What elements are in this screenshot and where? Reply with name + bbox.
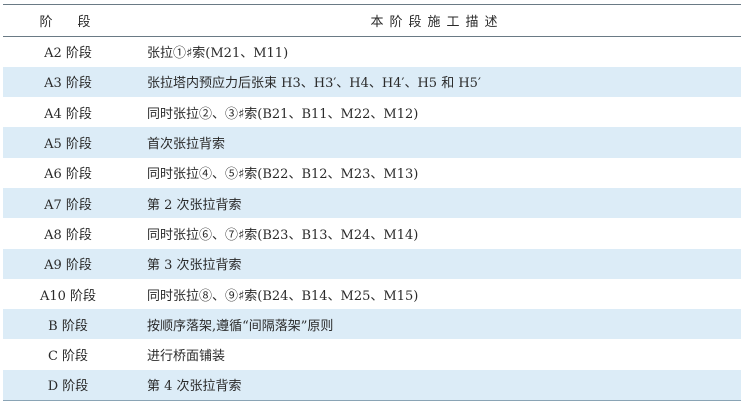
description-cell: 同时张拉⑥、⑦♯索(B23、B13、M24、M14): [147, 227, 419, 243]
stage-cell: D 阶段: [3, 369, 133, 401]
description-cell: 张拉①♯索(M21、M11): [147, 46, 289, 62]
stage-cell: A6 阶段: [44, 167, 92, 183]
table-row: C 阶段 进行桥面铺装: [3, 339, 741, 369]
table-row: A8 阶段 同时张拉⑥、⑦♯索(B23、B13、M24、M14): [3, 218, 741, 248]
stage-cell: C 阶段: [47, 349, 89, 365]
table-row: A5 阶段 首次张拉背索: [3, 127, 741, 158]
description-cell: 同时张拉②、③♯索(B21、B11、M22、M12): [147, 106, 419, 122]
description-cell: 张拉塔内预应力后张束 H3、H3′、H4、H4′、H5 和 H5′: [147, 76, 481, 92]
table-header-row: 阶 段 本阶段施工描述: [3, 4, 741, 37]
stage-cell: A3 阶段: [44, 76, 92, 92]
stage-cell: A7 阶段: [44, 197, 92, 213]
description-cell: 同时张拉⑧、⑨♯索(B24、B14、M25、M15): [147, 288, 419, 304]
description-cell: 第 4 次张拉背索: [133, 369, 741, 401]
stage-cell: A8 阶段: [44, 227, 92, 243]
stage-cell: A9 阶段: [44, 258, 92, 274]
stage-cell: A5 阶段: [44, 137, 92, 153]
stage-cell: B 阶段: [48, 318, 88, 334]
header-stage: 阶 段: [3, 4, 133, 37]
description-cell: 进行桥面铺装: [147, 349, 226, 365]
stage-cell: A2 阶段: [44, 46, 92, 62]
description-cell: 同时张拉④、⑤♯索(B22、B12、M23、M13): [147, 167, 419, 183]
table-row: A3 阶段 张拉塔内预应力后张束 H3、H3′、H4、H4′、H5 和 H5′: [3, 66, 741, 98]
table-row: A10 阶段 同时张拉⑧、⑨♯索(B24、B14、M25、M15): [3, 279, 741, 309]
table-row: A2 阶段 张拉①♯索(M21、M11): [3, 37, 741, 67]
table-row: A4 阶段 同时张拉②、③♯索(B21、B11、M22、M12): [3, 97, 741, 127]
table-row: A7 阶段 第 2 次张拉背索: [3, 187, 741, 219]
document-page: 阶 段 本阶段施工描述 A2 阶段 张拉①♯索(M21、M11) A3 阶段 张…: [0, 0, 747, 408]
stage-cell: A10 阶段: [39, 288, 97, 304]
stage-cell: A4 阶段: [44, 106, 92, 122]
table-row: B 阶段 按顺序落架,遵循“间隔落架”原则: [3, 309, 741, 340]
description-cell: 第 3 次张拉背索: [147, 258, 242, 274]
description-cell: 首次张拉背索: [147, 137, 226, 153]
description-cell: 第 2 次张拉背索: [147, 197, 242, 213]
table-row: A6 阶段 同时张拉④、⑤♯索(B22、B12、M23、M13): [3, 158, 741, 188]
construction-stage-table: 阶 段 本阶段施工描述 A2 阶段 张拉①♯索(M21、M11) A3 阶段 张…: [3, 4, 741, 401]
header-description: 本阶段施工描述: [133, 4, 741, 37]
table-row: D 阶段 第 4 次张拉背索: [3, 369, 741, 401]
description-cell: 按顺序落架,遵循“间隔落架”原则: [147, 318, 334, 334]
table-row: A9 阶段 第 3 次张拉背索: [3, 248, 741, 279]
